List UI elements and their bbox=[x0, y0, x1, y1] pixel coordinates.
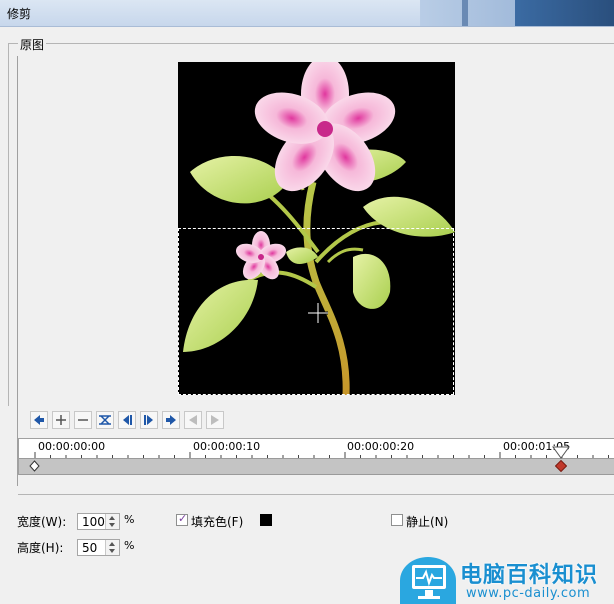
fill-color-swatch[interactable] bbox=[260, 514, 272, 526]
left-divider bbox=[17, 56, 18, 486]
fill-color-label[interactable]: 填充色(F) bbox=[191, 513, 243, 530]
prev-keyframe-button[interactable] bbox=[118, 411, 136, 429]
spin-up-icon[interactable] bbox=[109, 542, 115, 546]
height-label: 高度(H): bbox=[17, 541, 64, 555]
height-spin-arrows[interactable] bbox=[105, 540, 119, 555]
spin-up-icon[interactable] bbox=[109, 516, 115, 520]
watermark-logo: 电脑百科知识 www.pc-daily.com bbox=[400, 551, 614, 604]
height-value: 50 bbox=[82, 541, 98, 555]
height-percent: % bbox=[124, 539, 135, 552]
width-label: 宽度(W): bbox=[17, 515, 67, 529]
background-window-dark bbox=[515, 0, 614, 26]
next-keyframe-button[interactable] bbox=[140, 411, 158, 429]
forward-icon bbox=[211, 415, 219, 425]
playhead-marker-icon[interactable] bbox=[552, 446, 570, 460]
width-spin-arrows[interactable] bbox=[105, 514, 119, 529]
move-cursor-icon bbox=[308, 303, 328, 323]
still-label[interactable]: 静止(N) bbox=[406, 513, 448, 530]
disabled-button-2[interactable] bbox=[206, 411, 224, 429]
fill-color-checkbox[interactable]: ✓ bbox=[176, 512, 188, 526]
go-to-end-button[interactable] bbox=[162, 411, 180, 429]
zoom-in-button[interactable] bbox=[52, 411, 70, 429]
disabled-button-1[interactable] bbox=[184, 411, 202, 429]
group-label: 原图 bbox=[18, 36, 47, 53]
spin-down-icon[interactable] bbox=[109, 549, 115, 553]
background-window-edge bbox=[462, 0, 468, 26]
width-percent: % bbox=[124, 513, 135, 526]
monitor-base bbox=[418, 596, 440, 599]
section-divider bbox=[18, 494, 614, 495]
fit-icon bbox=[99, 415, 111, 425]
plus-icon bbox=[56, 415, 66, 425]
reverse-icon bbox=[189, 415, 197, 425]
next-keyframe-icon bbox=[144, 415, 153, 425]
watermark-brand: 电脑百科知识 bbox=[460, 563, 599, 588]
minus-icon bbox=[78, 419, 88, 421]
zoom-out-button[interactable] bbox=[74, 411, 92, 429]
still-checkbox[interactable] bbox=[391, 514, 403, 526]
fit-button[interactable] bbox=[96, 411, 114, 429]
arrow-right-icon bbox=[166, 415, 176, 425]
start-keyframe-icon[interactable] bbox=[29, 460, 40, 472]
height-stepper[interactable]: 50 bbox=[77, 539, 120, 556]
window-title: 修剪 bbox=[7, 7, 32, 21]
pulse-icon bbox=[416, 569, 442, 587]
end-keyframe-icon[interactable] bbox=[555, 460, 567, 472]
width-stepper[interactable]: 100 bbox=[77, 513, 120, 530]
checkmark-icon: ✓ bbox=[178, 512, 188, 525]
width-value: 100 bbox=[82, 515, 105, 529]
prev-keyframe-icon bbox=[123, 415, 132, 425]
go-to-start-button[interactable] bbox=[30, 411, 48, 429]
keyframe-track[interactable] bbox=[19, 458, 614, 475]
spin-down-icon[interactable] bbox=[109, 523, 115, 527]
title-bar: 修剪 bbox=[0, 0, 614, 27]
monitor-icon bbox=[412, 565, 446, 589]
arrow-left-icon bbox=[34, 415, 44, 425]
watermark-url: www.pc-daily.com bbox=[466, 586, 591, 601]
